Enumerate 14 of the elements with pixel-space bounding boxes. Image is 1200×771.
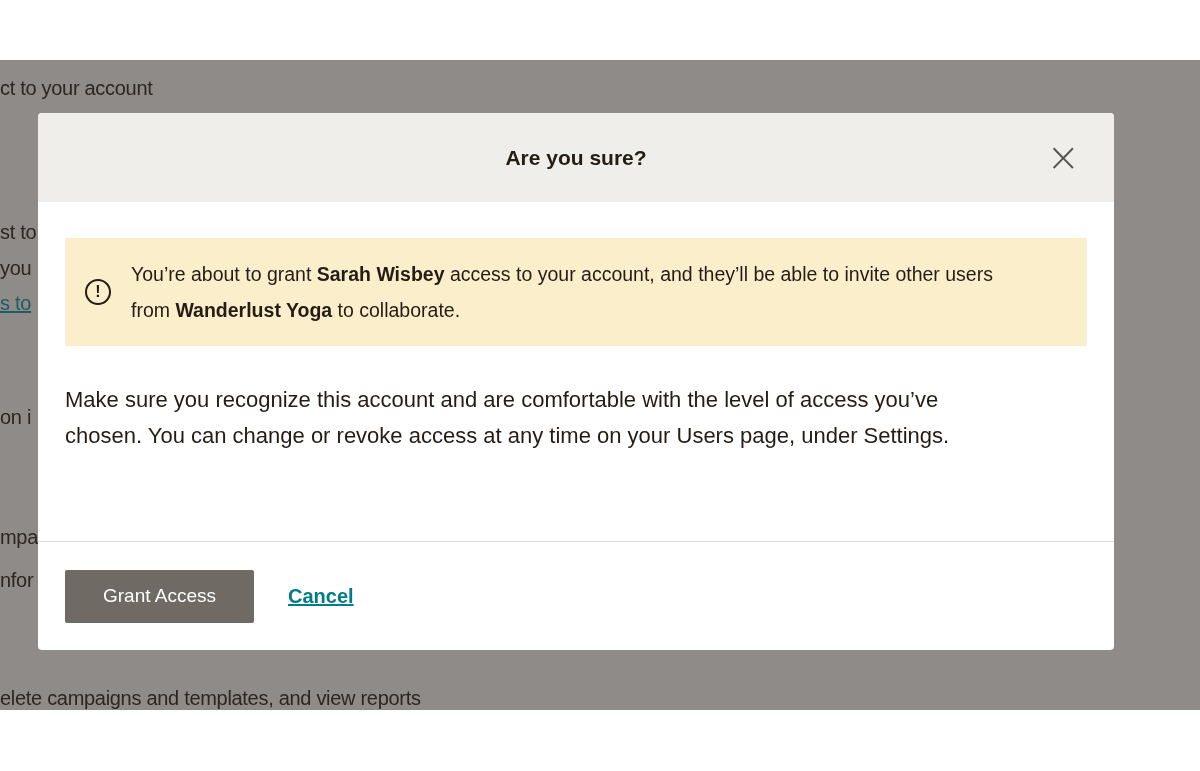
- close-button[interactable]: ×: [1042, 137, 1084, 177]
- warning-text: You’re about to grant Sarah Wisbey access to your account, and they’ll be able to invite other users from Wanderlust Yoga to collaborate.: [131, 262, 994, 323]
- background-text: st to: [0, 221, 37, 243]
- body-text: Make sure you recognize this account and are comfortable with the level of access you’ve chosen. You can change or revoke access at any time on your Users page, under Settings.: [65, 386, 951, 450]
- warning-icon: !: [85, 279, 111, 305]
- background-text: on i: [0, 406, 32, 428]
- background-text: elete campaigns and templates, and view reports: [0, 687, 421, 709]
- dialog-title: Are you sure?: [505, 145, 647, 170]
- background-text: mpa: [0, 526, 38, 548]
- background-text: nfor: [0, 569, 34, 591]
- background-text: you: [0, 257, 32, 279]
- cancel-link[interactable]: Cancel: [288, 584, 354, 608]
- background-text: ct to your account: [0, 77, 153, 99]
- grant-access-button[interactable]: Grant Access: [65, 569, 254, 623]
